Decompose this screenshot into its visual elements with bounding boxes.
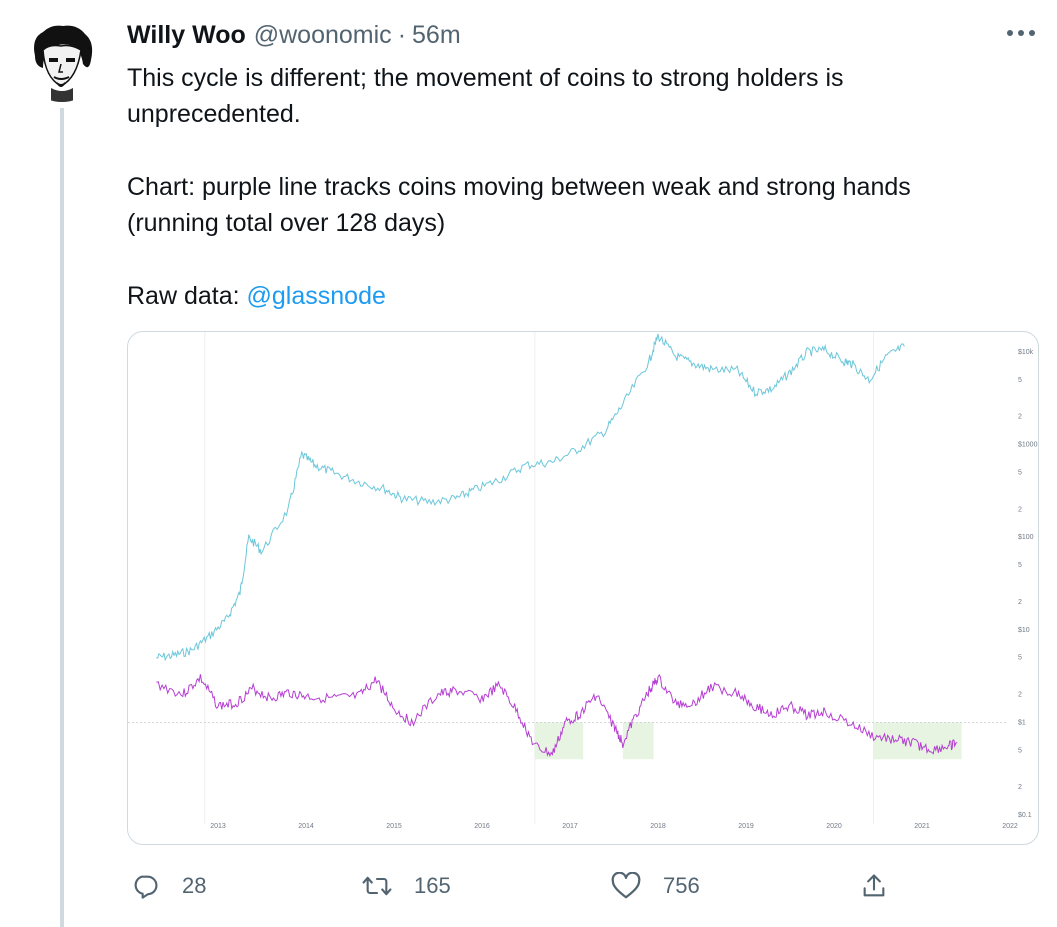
chart-highlight-zone [622, 722, 654, 760]
x-axis-tick-label: 2013 [210, 823, 226, 830]
y-axis-tick-label: 5 [1018, 562, 1022, 569]
price-series-line [156, 333, 905, 662]
x-axis-tick-label: 2014 [298, 823, 314, 830]
retweet-button[interactable]: 165 [359, 862, 451, 910]
share-button[interactable] [856, 862, 892, 910]
retweet-icon [359, 868, 395, 904]
tweet-text: This cycle is different; the movement of… [127, 60, 1007, 314]
tweet-actions: 28 165 756 [127, 862, 1027, 910]
chart-svg: 2013 2014 2015 2016 2017 2018 2019 2020 2021 2022… [128, 332, 1038, 830]
y-axis-tick-label: $100 [1018, 534, 1034, 541]
y-axis-tick-label: 2 [1018, 414, 1022, 421]
like-button[interactable]: 756 [608, 862, 700, 910]
tweet-text-paragraph-1: This cycle is different; the movement of… [127, 64, 844, 128]
like-count: 756 [663, 873, 700, 898]
thread-line [60, 108, 64, 927]
y-axis-tick-label: $10 [1018, 627, 1030, 634]
y-axis-tick-label: 5 [1018, 747, 1022, 754]
x-axis-tick-label: 2017 [562, 823, 578, 830]
share-icon [856, 868, 892, 904]
x-axis-tick-label: 2022 [1002, 823, 1018, 830]
x-axis-tick-label: 2019 [738, 823, 754, 830]
y-axis-tick-label: 5 [1018, 377, 1022, 384]
tweet-text-paragraph-3: Raw data: @glassnode [127, 278, 1007, 314]
y-axis-tick-label: $1 [1018, 719, 1026, 726]
author-handle[interactable]: @woonomic [254, 21, 392, 50]
tweet-text-paragraph-2: Chart: purple line tracks coins moving b… [127, 173, 911, 237]
x-axis-tick-label: 2018 [650, 823, 666, 830]
x-axis-tick-label: 2015 [386, 823, 402, 830]
y-axis-tick-label: $10k [1018, 349, 1034, 356]
more-horizontal-icon [1007, 30, 1035, 36]
reply-icon [127, 868, 163, 904]
y-axis-tick-label: 2 [1018, 784, 1022, 791]
x-axis-tick-label: 2016 [474, 823, 490, 830]
tweet-media-chart[interactable]: 2013 2014 2015 2016 2017 2018 2019 2020 2021 2022… [127, 331, 1039, 845]
reply-button[interactable]: 28 [127, 862, 206, 910]
reply-count: 28 [182, 873, 207, 898]
x-axis-tick-label: 2020 [826, 823, 842, 830]
like-heart-icon [608, 868, 644, 904]
raw-data-label: Raw data: [127, 282, 247, 310]
y-axis-tick-label: 5 [1018, 655, 1022, 662]
y-axis-tick-label: 2 [1018, 692, 1022, 699]
retweet-count: 165 [414, 873, 451, 898]
y-axis-tick-label: $1000 [1018, 442, 1038, 449]
indicator-series-line [156, 674, 958, 758]
y-axis-tick-label: 2 [1018, 599, 1022, 606]
more-options-button[interactable] [1001, 18, 1041, 48]
separator-dot: · [397, 20, 407, 49]
author-name[interactable]: Willy Woo [127, 21, 246, 50]
avatar-image [21, 20, 103, 102]
y-axis-tick-label: $0.1 [1018, 812, 1032, 819]
author-avatar[interactable] [21, 20, 103, 102]
tweet-header: Willy Woo @woonomic · 56m [127, 18, 461, 52]
y-axis-tick-label: 2 [1018, 506, 1022, 513]
tweet-timestamp[interactable]: 56m [412, 21, 461, 50]
x-axis-tick-label: 2021 [914, 823, 930, 830]
y-axis-tick-label: 5 [1018, 469, 1022, 476]
glassnode-mention-link[interactable]: @glassnode [247, 282, 386, 310]
